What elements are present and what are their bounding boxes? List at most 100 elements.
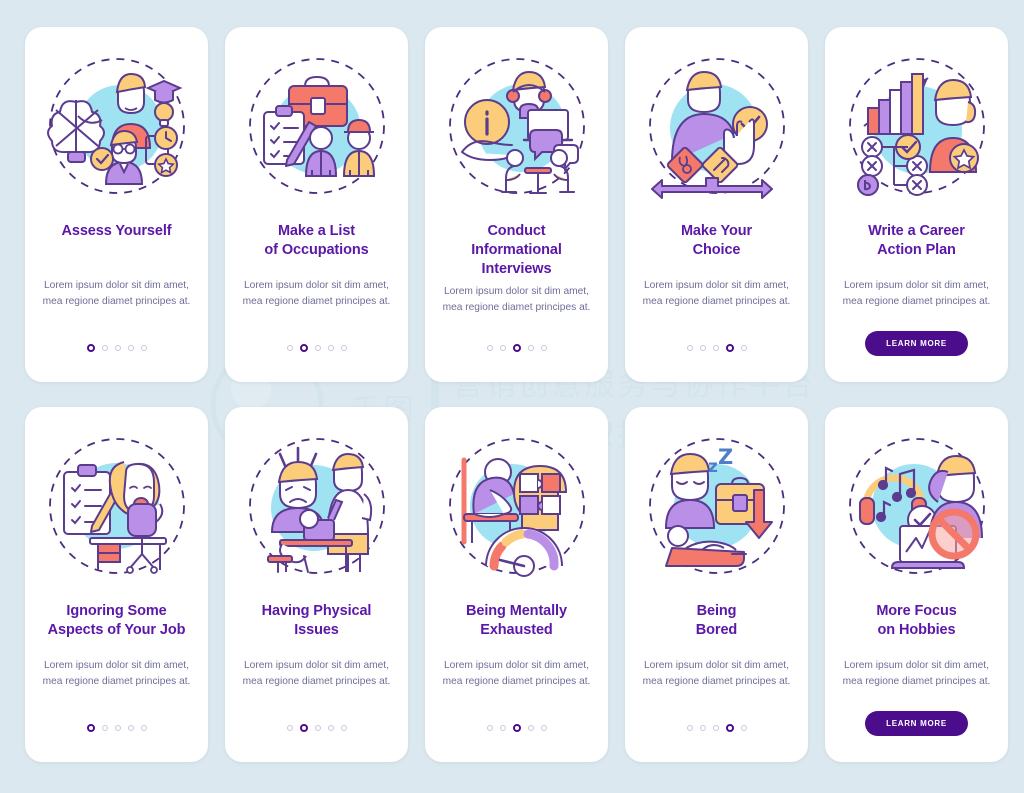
pagination-dot[interactable] — [712, 345, 719, 351]
pagination-dot[interactable] — [314, 725, 321, 731]
card-title-wrap: Ignoring Some Aspects of Your Job — [48, 602, 186, 646]
pagination-dot[interactable] — [299, 724, 308, 732]
pagination-dot[interactable] — [127, 345, 134, 351]
onboarding-card-make-your-choice[interactable]: Make Your Choice Lorem ipsum dolor sit d… — [625, 27, 808, 382]
pagination-dot[interactable] — [512, 724, 521, 732]
pagination-dots[interactable] — [686, 344, 747, 352]
headache-back-pain-desk-icon — [248, 438, 385, 574]
pagination-dot[interactable] — [699, 345, 706, 351]
onboarding-card-mentally-exhausted[interactable]: Being Mentally Exhausted Lorem ipsum dol… — [425, 407, 608, 762]
pagination-dot[interactable] — [101, 725, 108, 731]
pagination-dot[interactable] — [86, 344, 95, 352]
card-body-text: Lorem ipsum dolor sit dim amet, mea regi… — [842, 280, 991, 307]
pagination-dot[interactable] — [486, 725, 493, 731]
card-body-text: Lorem ipsum dolor sit dim amet, mea regi… — [42, 660, 191, 687]
card-title-wrap: Make Your Choice — [681, 222, 752, 266]
pagination-dots[interactable] — [486, 344, 547, 352]
burnout-head-puzzle-gauge-icon — [448, 438, 585, 577]
card-title: Having Physical Issues — [261, 603, 372, 639]
career-signs-pointing-hand-icon — [648, 58, 785, 199]
learn-more-button[interactable]: LEARN MORE — [865, 711, 968, 736]
pagination-dots[interactable] — [286, 724, 347, 732]
card-title: Conduct Informational Interviews — [471, 223, 562, 278]
svg-text:Z: Z — [718, 445, 733, 469]
pagination-dot[interactable] — [140, 345, 147, 351]
pagination-dots[interactable] — [86, 344, 147, 352]
pagination-dot[interactable] — [114, 725, 121, 731]
pagination-dots[interactable] — [286, 344, 347, 352]
pagination-dot[interactable] — [114, 345, 121, 351]
pagination-dot[interactable] — [499, 345, 506, 351]
pagination-dot[interactable] — [340, 725, 347, 731]
pagination-dot[interactable] — [527, 345, 534, 351]
card-body-text: Lorem ipsum dolor sit dim amet, mea regi… — [442, 286, 591, 313]
card-title-wrap: Conduct Informational Interviews — [471, 222, 562, 277]
card-title: Being Mentally Exhausted — [466, 603, 567, 639]
card-title: Assess Yourself — [61, 223, 172, 239]
pagination-dot[interactable] — [725, 344, 734, 352]
briefcase-checklist-workers-icon — [248, 58, 385, 194]
onboarding-card-conduct-interviews[interactable]: Conduct Informational Interviews Lorem i… — [425, 27, 608, 382]
pagination-dot[interactable] — [314, 345, 321, 351]
pagination-dot[interactable] — [140, 725, 147, 731]
pagination-dot[interactable] — [686, 345, 693, 351]
pagination-dot[interactable] — [512, 344, 521, 352]
onboarding-card-more-focus-hobbies[interactable]: More Focus on Hobbies Lorem ipsum dolor … — [825, 407, 1008, 762]
self-assessment-brain-graduate-icon — [46, 58, 185, 194]
pagination-dot[interactable] — [127, 725, 134, 731]
onboarding-screens-grid: Assess Yourself Lorem ipsum dolor sit di… — [0, 0, 1024, 793]
card-title-wrap: Being Mentally Exhausted — [466, 602, 567, 646]
card-title: Make Your Choice — [680, 223, 753, 259]
pagination-dot[interactable] — [327, 725, 334, 731]
pagination-dots[interactable] — [686, 724, 747, 732]
pagination-dot[interactable] — [712, 725, 719, 731]
card-title-wrap: More Focus on Hobbies — [876, 602, 956, 646]
pagination-dot[interactable] — [340, 345, 347, 351]
bar-chart-plan-flow-person-icon — [848, 58, 985, 196]
pagination-dot[interactable] — [686, 725, 693, 731]
card-title: More Focus on Hobbies — [876, 603, 957, 639]
learn-more-button[interactable]: LEARN MORE — [865, 331, 968, 356]
card-title: Ignoring Some Aspects of Your Job — [47, 603, 186, 639]
pagination-dot[interactable] — [286, 345, 293, 351]
pagination-dot[interactable] — [740, 345, 747, 351]
pagination-dot[interactable] — [299, 344, 308, 352]
onboarding-card-being-bored[interactable]: z Z Being Bored Lorem ipsum dolor sit di… — [625, 407, 808, 762]
card-body-text: Lorem ipsum dolor sit dim amet, mea regi… — [242, 660, 391, 687]
pagination-dot[interactable] — [486, 345, 493, 351]
pagination-dot[interactable] — [499, 725, 506, 731]
onboarding-card-assess-yourself[interactable]: Assess Yourself Lorem ipsum dolor sit di… — [25, 27, 208, 382]
pagination-dot[interactable] — [101, 345, 108, 351]
card-body-text: Lorem ipsum dolor sit dim amet, mea regi… — [842, 660, 991, 687]
svg-text:z: z — [708, 457, 718, 477]
card-body-text: Lorem ipsum dolor sit dim amet, mea regi… — [42, 280, 191, 307]
yawning-person-clipboard-desk-icon — [48, 438, 185, 574]
pagination-dot[interactable] — [327, 345, 334, 351]
onboarding-card-physical-issues[interactable]: Having Physical Issues Lorem ipsum dolor… — [225, 407, 408, 762]
pagination-dot[interactable] — [540, 345, 547, 351]
pagination-dot[interactable] — [86, 724, 95, 732]
pagination-dot[interactable] — [725, 724, 734, 732]
pagination-dot[interactable] — [540, 725, 547, 731]
pagination-dot[interactable] — [740, 725, 747, 731]
card-title-wrap: Write a Career Action Plan — [868, 222, 965, 266]
card-title: Make a List of Occupations — [264, 223, 369, 259]
pagination-dots[interactable] — [486, 724, 547, 732]
card-title-wrap: Make a List of Occupations — [264, 222, 368, 266]
onboarding-card-ignoring-aspects[interactable]: Ignoring Some Aspects of Your Job Lorem … — [25, 407, 208, 762]
card-body-text: Lorem ipsum dolor sit dim amet, mea regi… — [642, 660, 791, 687]
headphones-music-no-laptop-icon — [848, 438, 985, 574]
pagination-dot[interactable] — [286, 725, 293, 731]
pagination-dots[interactable] — [86, 724, 147, 732]
info-hand-interview-chat-icon — [448, 58, 585, 194]
card-title-wrap: Assess Yourself — [62, 222, 172, 266]
card-body-text: Lorem ipsum dolor sit dim amet, mea regi… — [442, 660, 591, 687]
card-title: Being Bored — [695, 603, 738, 639]
pagination-dot[interactable] — [527, 725, 534, 731]
card-title-wrap: Having Physical Issues — [262, 602, 372, 646]
card-body-text: Lorem ipsum dolor sit dim amet, mea regi… — [642, 280, 791, 307]
card-title: Write a Career Action Plan — [868, 223, 965, 259]
onboarding-card-career-action-plan[interactable]: Write a Career Action Plan Lorem ipsum d… — [825, 27, 1008, 382]
pagination-dot[interactable] — [699, 725, 706, 731]
onboarding-card-make-a-list[interactable]: Make a List of Occupations Lorem ipsum d… — [225, 27, 408, 382]
